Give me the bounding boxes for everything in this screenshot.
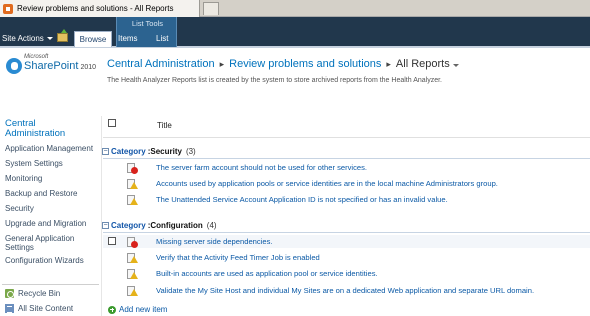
- row-checkbox[interactable]: [108, 237, 116, 245]
- error-icon: [127, 237, 138, 248]
- add-icon: [108, 305, 116, 314]
- all-site-content-icon: [5, 304, 14, 313]
- list-item[interactable]: Missing server side dependencies.: [156, 237, 273, 246]
- nav-item-monitoring[interactable]: Monitoring: [5, 174, 42, 183]
- group-category-label[interactable]: Category: [111, 221, 146, 230]
- list-item[interactable]: Built-in accounts are used as applicatio…: [156, 269, 378, 278]
- list-item[interactable]: Verify that the Activity Feed Timer Job …: [156, 253, 320, 262]
- warning-icon: [127, 253, 138, 263]
- nav-heading-central-administration[interactable]: Central Administration: [5, 119, 65, 139]
- breadcrumb-separator-icon: ▸: [386, 58, 391, 69]
- recycle-bin-icon: [5, 289, 14, 298]
- nav-all-site-content[interactable]: All Site Content: [18, 304, 73, 313]
- group-divider: [103, 232, 590, 233]
- navigate-up-icon[interactable]: [57, 29, 68, 42]
- logo-product: SharePoint 2010: [24, 60, 97, 72]
- group-count: (3): [185, 146, 196, 156]
- nav-item-upgrade-and-migration[interactable]: Upgrade and Migration: [5, 219, 86, 228]
- group-category-label[interactable]: Category: [111, 147, 146, 156]
- browser-tab[interactable]: Review problems and solutions - All Repo…: [0, 0, 200, 17]
- collapse-group-icon[interactable]: −: [102, 221, 109, 229]
- nav-recycle-bin[interactable]: Recycle Bin: [18, 289, 60, 298]
- sharepoint-logo-icon: [6, 58, 22, 74]
- list-item[interactable]: The server farm account should not be us…: [156, 163, 367, 172]
- breadcrumb-review-problems[interactable]: Review problems and solutions: [229, 58, 381, 70]
- select-all-checkbox[interactable]: [108, 119, 116, 127]
- nav-divider: [2, 284, 99, 285]
- breadcrumb: Central Administration ▸ Review problems…: [107, 58, 459, 70]
- group-name: Security: [150, 146, 182, 156]
- nav-item-security[interactable]: Security: [5, 204, 34, 213]
- breadcrumb-view-selector[interactable]: All Reports: [396, 58, 459, 70]
- tab-browse[interactable]: Browse: [74, 31, 112, 47]
- group-divider: [103, 158, 590, 159]
- nav-item-configuration-wizards[interactable]: Configuration Wizards: [5, 256, 84, 265]
- group-name: Configuration: [150, 220, 203, 230]
- list-item[interactable]: The Unattended Service Account Applicati…: [156, 195, 448, 204]
- nav-item-backup-and-restore[interactable]: Backup and Restore: [5, 189, 78, 198]
- column-header-title[interactable]: Title: [157, 121, 172, 130]
- browser-tab-title: Review problems and solutions - All Repo…: [17, 4, 174, 13]
- group-count: (4): [206, 220, 217, 230]
- list-item[interactable]: Accounts used by application pools or se…: [156, 179, 498, 188]
- warning-icon: [127, 179, 138, 189]
- chevron-down-icon: [452, 64, 459, 67]
- list-tools-label: List Tools: [131, 19, 164, 28]
- quick-launch: Central Administration Application Manag…: [0, 116, 101, 316]
- browser-tab-bar: Review problems and solutions - All Repo…: [0, 0, 590, 17]
- error-icon: [127, 163, 138, 174]
- list-item[interactable]: Validate the My Site Host and individual…: [156, 286, 534, 295]
- breadcrumb-separator-icon: ▸: [219, 58, 225, 69]
- add-new-item-label: Add new item: [119, 305, 168, 314]
- site-actions-menu[interactable]: Site Actions: [2, 34, 53, 43]
- header-divider: [103, 137, 590, 138]
- chevron-down-icon: [46, 37, 53, 40]
- warning-icon: [127, 286, 138, 296]
- page-description: The Health Analyzer Reports list is crea…: [107, 77, 442, 84]
- new-tab-button[interactable]: [203, 2, 219, 15]
- tab-list[interactable]: List: [156, 34, 168, 43]
- group-header-configuration: − Category : Configuration (4): [102, 219, 217, 231]
- collapse-group-icon[interactable]: −: [102, 147, 109, 155]
- tab-items[interactable]: Items: [118, 34, 138, 43]
- warning-icon: [127, 195, 138, 205]
- nav-item-system-settings[interactable]: System Settings: [5, 159, 63, 168]
- group-header-security: − Category : Security (3): [102, 145, 196, 157]
- nav-item-application-management[interactable]: Application Management: [5, 144, 93, 153]
- page-tab-icon: [3, 3, 13, 14]
- warning-icon: [127, 269, 138, 279]
- breadcrumb-central-administration[interactable]: Central Administration: [107, 58, 215, 70]
- logo-version: 2010: [80, 64, 97, 71]
- site-actions-label: Site Actions: [2, 34, 44, 43]
- sharepoint-logo[interactable]: Microsoft SharePoint 2010: [6, 53, 102, 79]
- nav-item-general-application-settings[interactable]: General Application Settings: [5, 234, 74, 252]
- add-new-item-link[interactable]: Add new item: [108, 305, 167, 314]
